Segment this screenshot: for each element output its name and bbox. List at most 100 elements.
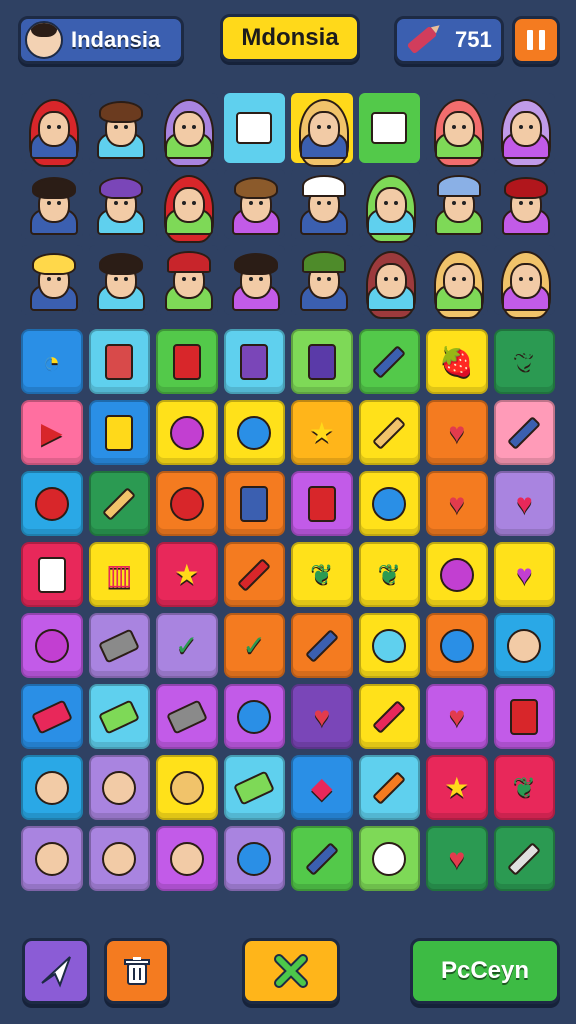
item-tile[interactable] — [88, 684, 150, 749]
item-tile[interactable]: ♥ — [291, 684, 353, 749]
item-tile[interactable] — [223, 684, 285, 749]
send-button[interactable] — [22, 938, 90, 1004]
item-tile[interactable]: ▥ — [88, 542, 150, 607]
item-tile[interactable]: ❦ — [493, 755, 555, 820]
item-tile[interactable]: ❦ — [493, 329, 555, 394]
character-hijab-8[interactable] — [493, 93, 555, 167]
item-tile[interactable]: ❦ — [358, 542, 420, 607]
item-tile[interactable]: ♥ — [426, 826, 488, 891]
item-tile[interactable]: ♥ — [426, 684, 488, 749]
item-tile[interactable] — [426, 613, 488, 678]
item-tile[interactable] — [493, 826, 555, 891]
item-tile[interactable] — [156, 400, 218, 465]
character-hijab-7[interactable] — [426, 93, 488, 167]
item-tile[interactable]: ♥ — [493, 542, 555, 607]
item-tile[interactable]: ★ — [426, 755, 488, 820]
item-tile[interactable]: ♥ — [426, 400, 488, 465]
character-slot-item[interactable] — [223, 93, 285, 163]
item-tile[interactable] — [88, 613, 150, 678]
item-tile[interactable]: ★ — [156, 542, 218, 607]
card-icon — [506, 698, 542, 735]
item-tile[interactable] — [223, 471, 285, 536]
character-hijab-1[interactable] — [21, 93, 83, 167]
item-tile[interactable] — [493, 400, 555, 465]
item-tile[interactable]: ❦ — [291, 542, 353, 607]
item-tile[interactable] — [358, 613, 420, 678]
item-tile[interactable] — [21, 542, 83, 607]
character-boy-12[interactable] — [223, 169, 285, 239]
character-cap-13[interactable] — [291, 169, 353, 239]
item-tile[interactable] — [21, 826, 83, 891]
item-tile[interactable] — [21, 684, 83, 749]
character-hijab-14[interactable] — [358, 169, 420, 243]
item-tile[interactable] — [358, 755, 420, 820]
item-tile[interactable] — [156, 755, 218, 820]
heart-icon: ♥ — [313, 700, 331, 732]
item-tile[interactable] — [223, 826, 285, 891]
item-tile[interactable]: 🍓 — [426, 329, 488, 394]
character-hijab-5[interactable] — [291, 93, 353, 167]
confirm-button[interactable]: PcCeyn — [410, 938, 560, 1004]
item-tile[interactable]: ✓ — [223, 613, 285, 678]
item-tile[interactable] — [223, 542, 285, 607]
item-tile[interactable] — [291, 613, 353, 678]
item-tile[interactable] — [291, 329, 353, 394]
hat — [301, 250, 346, 273]
item-tile[interactable] — [88, 400, 150, 465]
item-tile[interactable] — [223, 755, 285, 820]
item-tile[interactable] — [358, 329, 420, 394]
character-girl-9[interactable] — [21, 169, 83, 239]
item-tile[interactable] — [88, 755, 150, 820]
character-hijab-3[interactable] — [156, 93, 218, 167]
item-tile[interactable]: ✓ — [156, 613, 218, 678]
item-tile[interactable] — [223, 400, 285, 465]
character-boy-10[interactable] — [88, 169, 150, 239]
item-tile[interactable] — [493, 684, 555, 749]
character-boy-2[interactable] — [88, 93, 150, 163]
character-hijab-11[interactable] — [156, 169, 218, 243]
item-tile[interactable] — [358, 684, 420, 749]
character-hat-15[interactable] — [426, 169, 488, 239]
item-tile[interactable]: ♥ — [426, 471, 488, 536]
character-boy-20[interactable] — [223, 245, 285, 315]
cancel-button[interactable] — [242, 938, 340, 1004]
item-tile[interactable] — [21, 613, 83, 678]
item-tile[interactable] — [358, 400, 420, 465]
item-tile[interactable] — [88, 471, 150, 536]
item-tile[interactable] — [291, 471, 353, 536]
character-hijab-22[interactable] — [358, 245, 420, 319]
boy-hat-portrait-icon — [101, 841, 137, 877]
item-tile[interactable] — [291, 826, 353, 891]
item-tile[interactable] — [223, 329, 285, 394]
item-tile[interactable] — [156, 329, 218, 394]
item-tile[interactable] — [493, 613, 555, 678]
character-slot-item[interactable] — [358, 93, 420, 163]
item-tile[interactable] — [88, 329, 150, 394]
character-hijab-23[interactable] — [426, 245, 488, 319]
item-tile[interactable] — [156, 684, 218, 749]
character-boy-18[interactable] — [88, 245, 150, 315]
character-hijab-24[interactable] — [493, 245, 555, 319]
character-boy-17[interactable] — [21, 245, 83, 315]
item-tile[interactable] — [156, 826, 218, 891]
character-hat-21[interactable] — [291, 245, 353, 315]
character-hat-19[interactable] — [156, 245, 218, 315]
item-tile[interactable] — [358, 471, 420, 536]
item-tile[interactable]: ♥ — [493, 471, 555, 536]
avatar — [25, 21, 63, 59]
item-tile[interactable] — [21, 471, 83, 536]
item-tile[interactable]: ◔ — [21, 329, 83, 394]
item-tile[interactable]: ★ — [291, 400, 353, 465]
item-tile[interactable] — [156, 471, 218, 536]
hair — [234, 177, 279, 200]
item-tile[interactable] — [426, 542, 488, 607]
item-tile[interactable]: ◆ — [291, 755, 353, 820]
player-badge[interactable]: Indansia — [18, 16, 184, 64]
item-tile[interactable]: ▶ — [21, 400, 83, 465]
character-girl-16[interactable] — [493, 169, 555, 239]
item-tile[interactable] — [88, 826, 150, 891]
item-tile[interactable] — [21, 755, 83, 820]
item-tile[interactable] — [358, 826, 420, 891]
trash-button[interactable] — [104, 938, 170, 1004]
pause-button[interactable] — [512, 16, 560, 64]
